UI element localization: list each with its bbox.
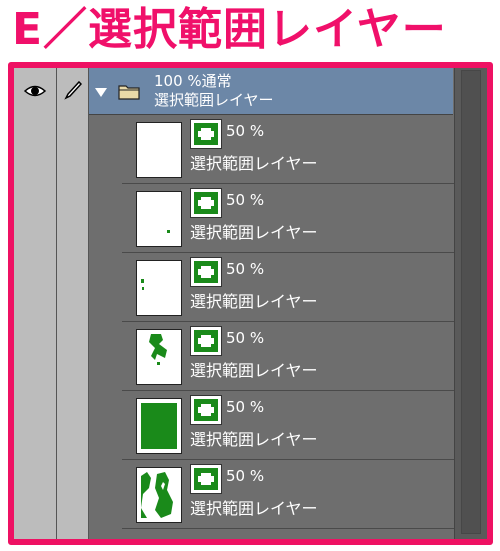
layer-row[interactable]: 50 % 選択範囲レイヤー [122,253,454,322]
layer-mask-icon [190,257,222,287]
layer-mask-icon [190,119,222,149]
layer-thumbnail [136,191,182,247]
layer-name: 選択範囲レイヤー [190,292,318,311]
layer-mask-icon [190,464,222,494]
edit-lock-column [57,68,89,539]
layer-opacity: 50 % [226,467,265,485]
layer-row[interactable]: 50 % 選択範囲レイヤー [122,460,454,529]
scrollbar-track[interactable] [461,70,481,534]
layer-thumbnail [136,260,182,316]
layer-row[interactable]: 50 % 選択範囲レイヤー [122,322,454,391]
pen-icon[interactable] [64,80,82,100]
folder-opacity-mode: 100 %通常 [154,72,232,90]
layer-name: 選択範囲レイヤー [190,223,318,242]
layer-thumbnail [136,467,182,523]
layer-mask-icon [190,395,222,425]
layer-opacity: 50 % [226,122,265,140]
layer-thumbnail [136,329,182,385]
layer-mask-icon [190,326,222,356]
folder-icon [118,85,140,100]
layer-row[interactable]: 50 % 選択範囲レイヤー [122,115,454,184]
layer-thumbnail [136,122,182,178]
layer-name: 選択範囲レイヤー [190,154,318,173]
layer-opacity: 50 % [226,398,265,416]
folder-name: 選択範囲レイヤー [154,91,274,109]
eye-icon[interactable] [24,82,46,100]
layer-opacity: 50 % [226,260,265,278]
layer-panel: 100 %通常 選択範囲レイヤー 50 % 選択範囲レイヤー 50 % 選択範囲… [8,62,493,545]
scrollbar[interactable] [454,68,487,539]
layer-row[interactable]: 50 % 選択範囲レイヤー [122,391,454,460]
visibility-column [14,68,57,539]
page-heading: E／選択範囲レイヤー [12,4,447,55]
layer-opacity: 50 % [226,329,265,347]
layer-mask-icon [190,188,222,218]
layer-name: 選択範囲レイヤー [190,499,318,518]
layer-opacity: 50 % [226,191,265,209]
layer-thumbnail [136,398,182,454]
expand-arrow-icon[interactable] [94,86,108,98]
layer-name: 選択範囲レイヤー [190,361,318,380]
layer-row[interactable]: 50 % 選択範囲レイヤー [122,184,454,253]
layer-name: 選択範囲レイヤー [190,430,318,449]
